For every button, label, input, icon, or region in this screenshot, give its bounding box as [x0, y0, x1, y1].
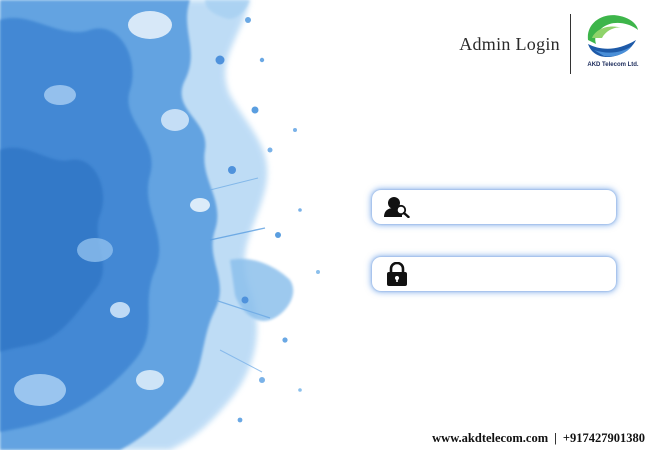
- username-input[interactable]: [418, 194, 608, 220]
- lock-icon: [384, 261, 410, 287]
- watercolor-splash-background: [0, 0, 330, 450]
- website-link[interactable]: www.akdtelecom.com: [432, 431, 548, 445]
- phone-number: +917427901380: [562, 431, 645, 445]
- company-logo: AKD Telecom Ltd.: [582, 10, 642, 74]
- password-input[interactable]: [418, 261, 608, 287]
- footer-separator: |: [554, 431, 557, 445]
- password-field[interactable]: [372, 257, 616, 291]
- logo-text: AKD Telecom Ltd.: [587, 62, 639, 68]
- page-title: Admin Login: [459, 34, 560, 54]
- footer-contact: www.akdtelecom.com | +917427901380: [432, 431, 645, 446]
- header-divider: [570, 14, 571, 74]
- user-search-icon: [384, 194, 410, 220]
- username-field[interactable]: [372, 190, 616, 224]
